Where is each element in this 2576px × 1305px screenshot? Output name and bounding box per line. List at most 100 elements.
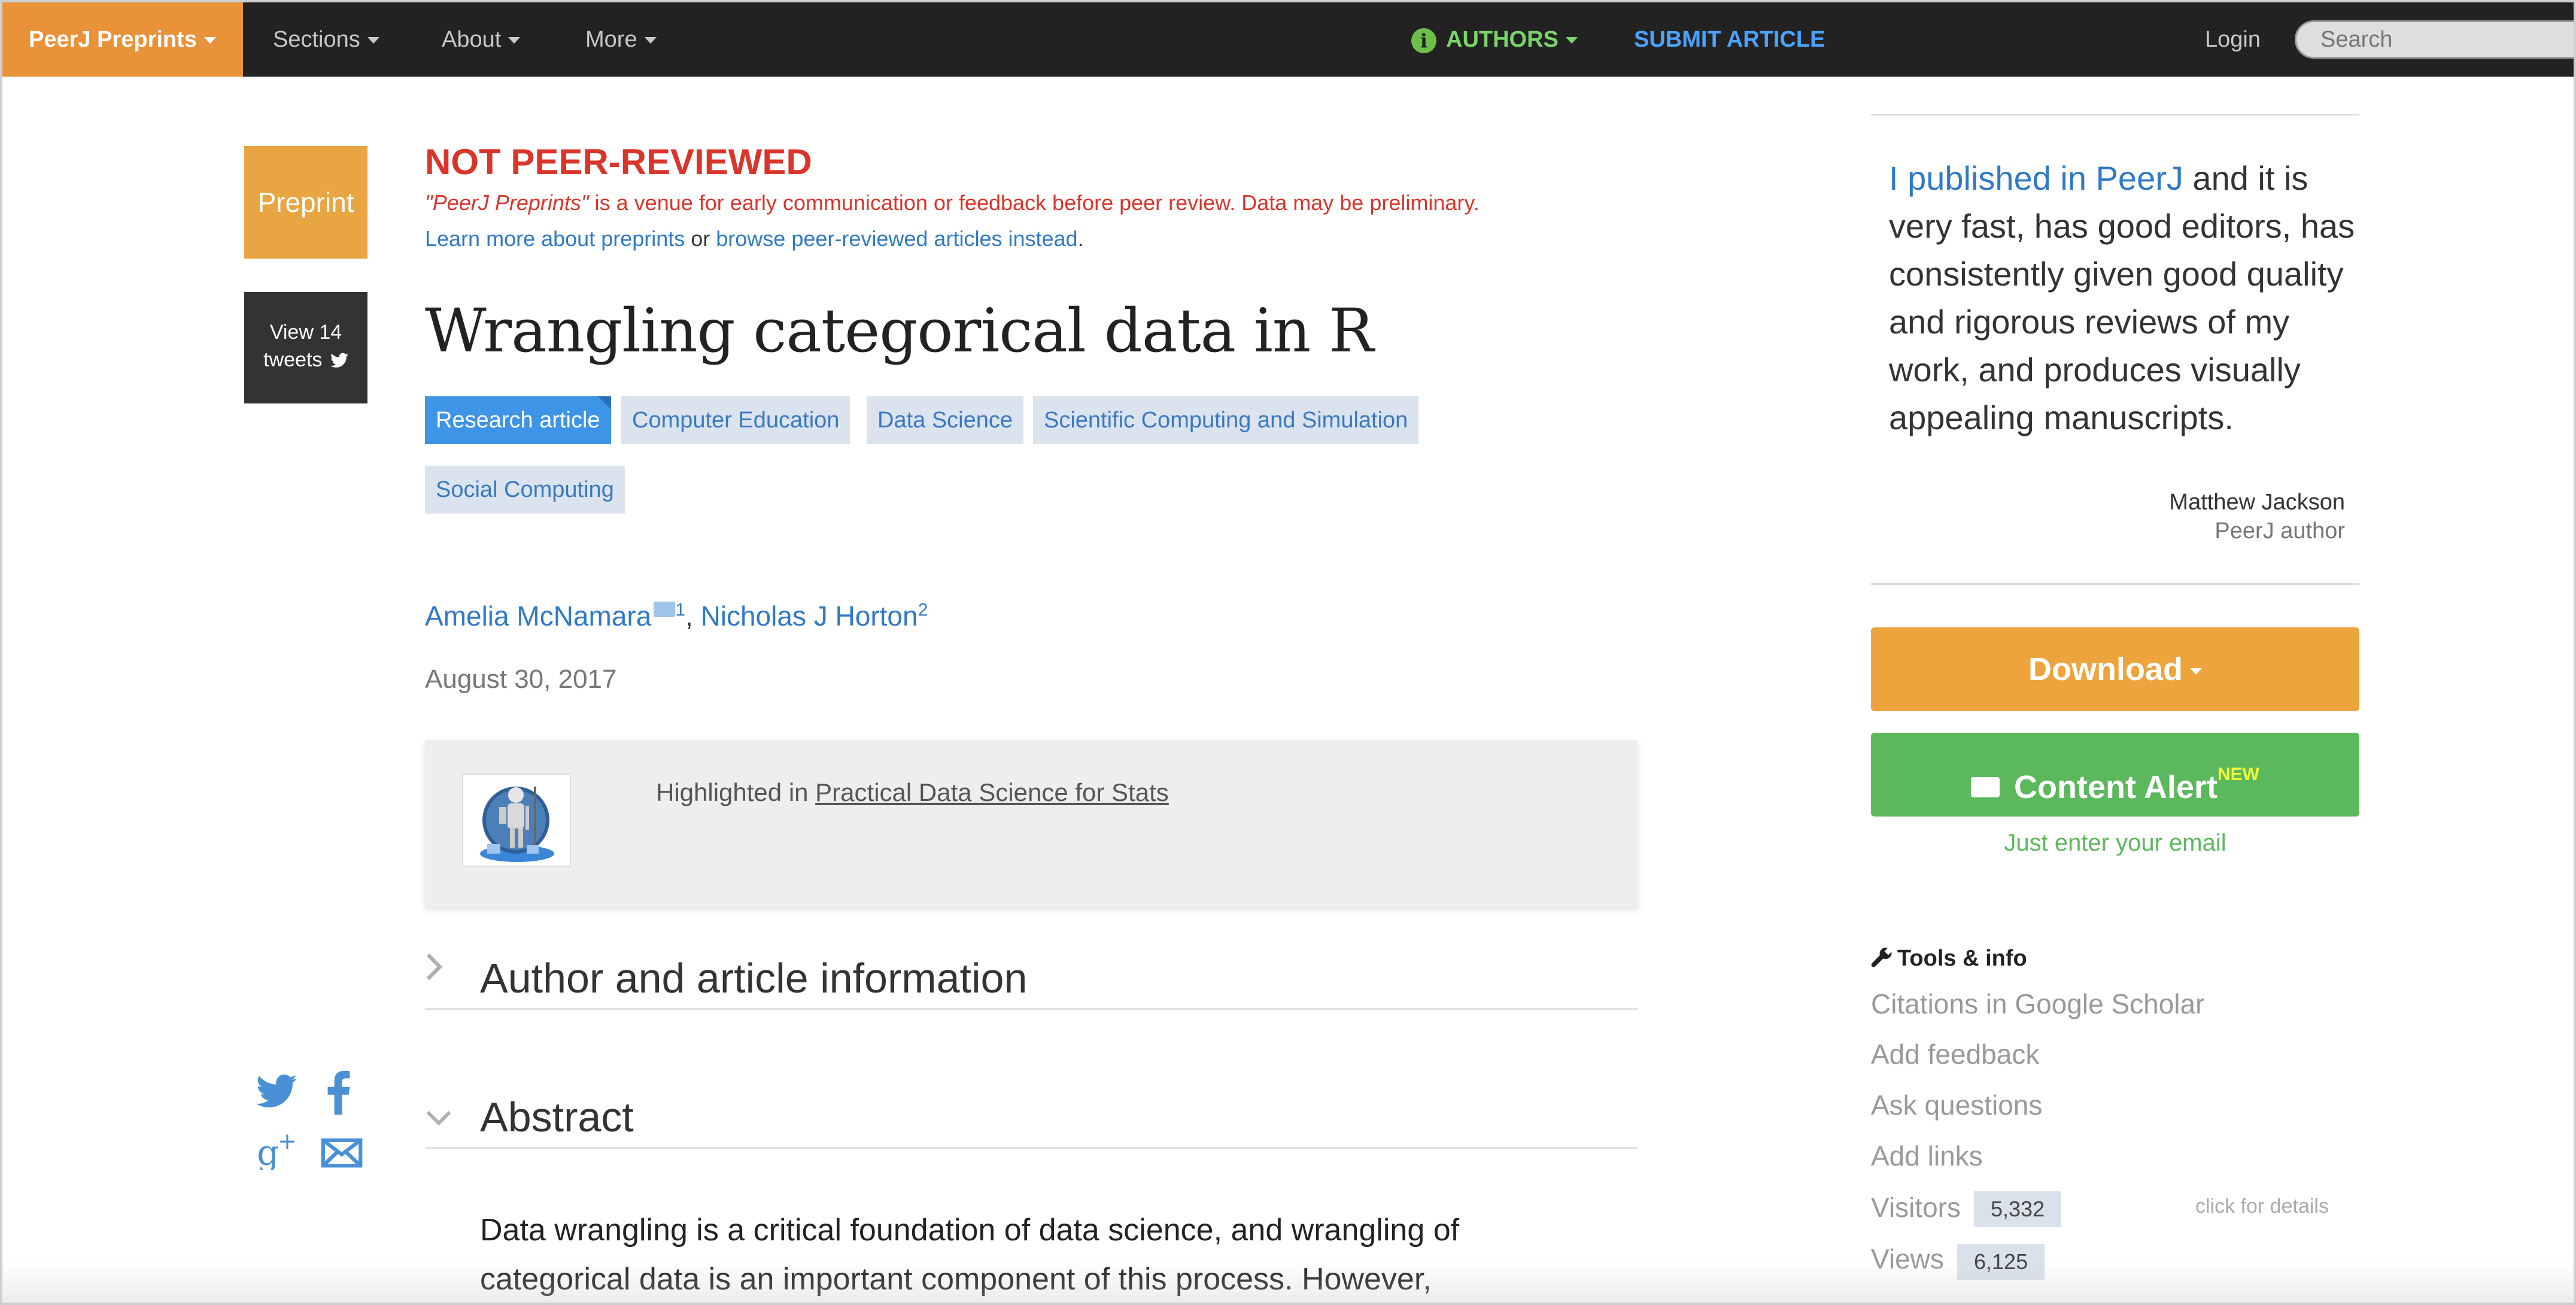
chevron-down-icon — [2189, 668, 2202, 675]
chevron-down-icon — [644, 37, 657, 44]
tag-data-science[interactable]: Data Science — [867, 396, 1024, 444]
google-plus-icon[interactable]: g + — [256, 1131, 303, 1170]
preprint-notice-quote: "PeerJ Preprints" — [425, 190, 589, 215]
ask-questions-link[interactable]: Ask questions — [1871, 1089, 2042, 1121]
abstract-body: Data wrangling is a critical foundation … — [480, 1206, 1617, 1303]
visitors-count-badge[interactable]: 5,332 — [1974, 1191, 2062, 1227]
tweets-line-1: View 14 — [269, 321, 342, 344]
abstract-section-toggle[interactable]: Abstract — [425, 1075, 1638, 1149]
testimonial-role: PeerJ author — [2214, 518, 2345, 544]
brand-label: PeerJ Preprints — [29, 27, 197, 52]
author-link-horton[interactable]: Nicholas J Horton — [701, 600, 918, 632]
click-for-details[interactable]: click for details — [2195, 1195, 2329, 1218]
tools-heading-label: Tools & info — [1897, 946, 2027, 971]
view-tweets-button[interactable]: View 14 tweets — [244, 292, 367, 403]
facebook-icon[interactable] — [327, 1070, 351, 1115]
visitors-label: Visitors — [1871, 1192, 1961, 1223]
testimonial-quote: I published in PeerJ and it is very fast… — [1889, 154, 2356, 442]
browse-peer-reviewed-link[interactable]: browse peer-reviewed articles instead — [716, 226, 1077, 251]
email-icon[interactable] — [321, 1137, 363, 1169]
author-affiliation-1: 1 — [675, 600, 685, 620]
share-row-bottom: g + — [256, 1129, 376, 1177]
svg-text:+: + — [278, 1131, 297, 1154]
not-peer-reviewed-heading: NOT PEER-REVIEWED — [425, 142, 812, 182]
add-links-link[interactable]: Add links — [1871, 1140, 1983, 1172]
preprint-notice-text: "PeerJ Preprints" is a venue for early c… — [425, 190, 1480, 216]
tag-research-article[interactable]: Research article — [425, 396, 611, 444]
testimonial-author: Matthew Jackson — [2169, 490, 2345, 515]
email-icon[interactable] — [654, 602, 676, 617]
collection-thumbnail[interactable] — [462, 773, 571, 867]
nav-submit-label: SUBMIT ARTICLE — [1634, 27, 1825, 52]
content-alert-label: Content Alert — [2014, 769, 2217, 805]
nav-more[interactable]: More — [585, 2, 657, 77]
author-affiliation-2: 2 — [918, 600, 928, 620]
author-info-section-toggle[interactable]: Author and article information — [425, 936, 1638, 1010]
envelope-icon — [1971, 776, 2000, 797]
preprint-notice-rest: is a venue for early communication or fe… — [588, 190, 1480, 215]
author-info-heading: Author and article information — [480, 955, 1028, 1001]
views-count-badge[interactable]: 6,125 — [1957, 1244, 2045, 1280]
nav-about[interactable]: About — [442, 2, 521, 77]
nav-sections[interactable]: Sections — [273, 2, 379, 77]
content-alert-button[interactable]: Content AlertNEW — [1871, 733, 2359, 817]
wrench-icon — [1871, 948, 1892, 967]
new-badge: NEW — [2217, 764, 2259, 784]
nav-login-label: Login — [2205, 27, 2261, 52]
nav-authors-label: AUTHORS — [1446, 27, 1559, 52]
tweets-line-2: tweets — [263, 348, 323, 371]
abstract-line-1: Data wrangling is a critical foundation … — [480, 1213, 1460, 1248]
nav-submit-article[interactable]: SUBMIT ARTICLE — [1634, 2, 1825, 77]
collection-link[interactable]: Practical Data Science for Stats — [815, 778, 1169, 806]
views-label: Views — [1871, 1243, 1944, 1274]
search-input[interactable] — [2295, 20, 2574, 59]
chevron-down-icon — [1565, 37, 1578, 44]
nav-authors[interactable]: i AUTHORS — [1411, 2, 1578, 77]
svg-text:g: g — [257, 1132, 279, 1170]
download-button[interactable]: Download — [1871, 627, 2359, 711]
twitter-icon[interactable] — [256, 1074, 297, 1109]
chevron-down-icon — [203, 37, 216, 44]
author-list: Amelia McNamara 1, Nicholas J Horton2 — [425, 600, 928, 632]
author-separator: , — [685, 600, 693, 632]
preprint-badge: Preprint — [244, 146, 367, 259]
browser-frame: PeerJ Preprints Sections About More i AUT… — [0, 0, 2576, 1305]
learn-more-link[interactable]: Learn more about preprints — [425, 226, 685, 251]
period-text: . — [1077, 226, 1084, 251]
abstract-line-2: categorical data is an important compone… — [480, 1262, 1432, 1297]
author-link-mcnamara[interactable]: Amelia McNamara — [425, 600, 651, 632]
published-in-peerj-link[interactable]: I published in PeerJ — [1889, 159, 2183, 197]
tag-scientific-computing[interactable]: Scientific Computing and Simulation — [1033, 396, 1419, 444]
testimonial-text: and it is very fast, has good editors, h… — [1889, 159, 2355, 436]
or-text: or — [685, 226, 716, 251]
sidebar-divider-top — [1871, 114, 2359, 116]
highlighted-prefix: Highlighted in — [656, 778, 816, 806]
chevron-down-icon — [508, 37, 521, 44]
chevron-down-icon — [425, 1099, 452, 1134]
chevron-down-icon — [367, 37, 379, 44]
tag-computer-education[interactable]: Computer Education — [621, 396, 850, 444]
top-navbar: PeerJ Preprints Sections About More i AUT… — [2, 2, 2574, 77]
robot-illustration-icon — [480, 787, 554, 862]
add-feedback-link[interactable]: Add feedback — [1871, 1038, 2039, 1070]
tag-social-computing[interactable]: Social Computing — [425, 466, 625, 514]
publication-date: August 30, 2017 — [425, 664, 617, 694]
nav-login[interactable]: Login — [2205, 2, 2261, 77]
article-title: Wrangling categorical data in R — [425, 296, 1374, 366]
brand-menu[interactable]: PeerJ Preprints — [2, 2, 243, 77]
chevron-right-icon — [425, 952, 443, 989]
nav-about-label: About — [442, 27, 502, 52]
twitter-icon — [330, 353, 348, 368]
highlighted-in-text: Highlighted in Practical Data Science fo… — [656, 778, 1169, 807]
share-row-top — [256, 1070, 376, 1118]
info-icon: i — [1411, 28, 1436, 53]
download-label: Download — [2028, 651, 2183, 687]
tools-heading: Tools & info — [1871, 946, 2027, 972]
sidebar-divider-bottom — [1871, 583, 2359, 585]
learn-more-line: Learn more about preprints or browse pee… — [425, 226, 1084, 251]
highlighted-in-box: Highlighted in Practical Data Science fo… — [425, 740, 1638, 908]
citations-google-scholar-link[interactable]: Citations in Google Scholar — [1871, 988, 2204, 1020]
email-hint: Just enter your email — [2004, 830, 2226, 856]
nav-more-label: More — [585, 27, 637, 52]
abstract-heading: Abstract — [480, 1094, 634, 1140]
